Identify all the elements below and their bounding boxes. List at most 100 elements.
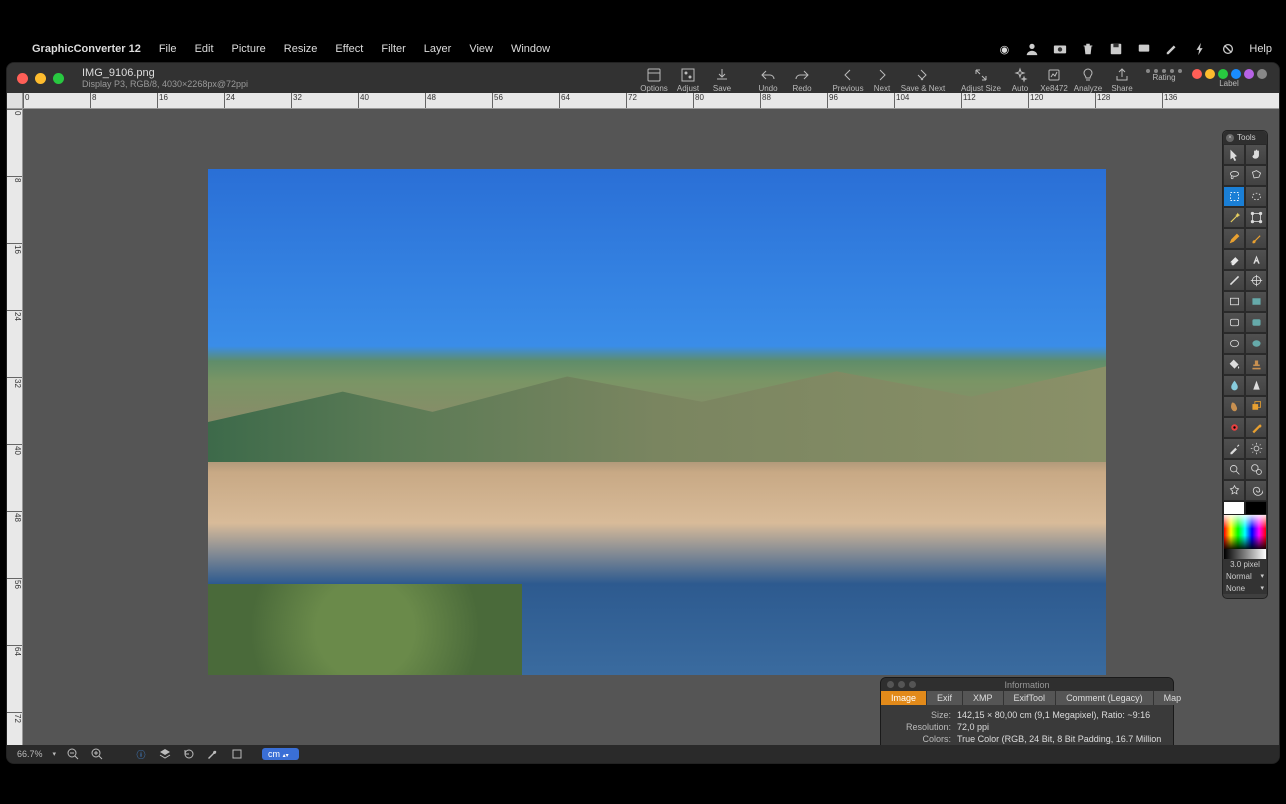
layers-icon[interactable]: [158, 747, 172, 761]
clone-tool[interactable]: [1245, 396, 1267, 417]
dodge-tool[interactable]: [1245, 438, 1267, 459]
ellipse-marquee-tool[interactable]: [1245, 186, 1267, 207]
bolt-icon[interactable]: [1193, 42, 1207, 56]
rotate-icon[interactable]: [182, 747, 196, 761]
label-color-dot[interactable]: [1192, 69, 1202, 79]
unit-select[interactable]: cm ▴▾: [262, 748, 299, 760]
camera-icon[interactable]: [1053, 42, 1067, 56]
edit-icon[interactable]: [1165, 42, 1179, 56]
menu-help[interactable]: Help: [1249, 43, 1272, 55]
menu-view[interactable]: View: [469, 43, 493, 55]
heal-tool[interactable]: [1245, 417, 1267, 438]
tb-adjust[interactable]: Adjust: [671, 63, 705, 93]
app-name[interactable]: GraphicConverter 12: [32, 43, 141, 55]
info-max-icon[interactable]: [909, 681, 916, 688]
line-tool[interactable]: [1223, 270, 1245, 291]
info-titlebar[interactable]: Information: [881, 678, 1173, 691]
menu-resize[interactable]: Resize: [284, 43, 318, 55]
tools-header[interactable]: × Tools: [1223, 131, 1267, 144]
redeye-tool[interactable]: [1223, 417, 1245, 438]
label-color-dot[interactable]: [1218, 69, 1228, 79]
tb-share[interactable]: Share: [1105, 63, 1139, 93]
eyedropper-tool[interactable]: [1223, 438, 1245, 459]
tb-options[interactable]: Options: [637, 63, 671, 93]
blur-tool[interactable]: [1223, 375, 1245, 396]
menu-edit[interactable]: Edit: [195, 43, 214, 55]
roundrect-tool[interactable]: [1223, 312, 1245, 333]
info-close-icon[interactable]: [887, 681, 894, 688]
info-tab-xmp[interactable]: XMP: [963, 691, 1004, 705]
tools-close-icon[interactable]: ×: [1226, 134, 1234, 142]
zoom-out-button[interactable]: [66, 747, 80, 761]
bg-color[interactable]: [1245, 501, 1267, 515]
canvas[interactable]: Information ImageExifXMPExifToolComment …: [23, 109, 1279, 745]
fg-bg-swatches[interactable]: [1223, 501, 1267, 515]
record-icon[interactable]: ◉: [997, 42, 1011, 56]
grayscale-picker[interactable]: [1224, 549, 1266, 559]
maximize-button[interactable]: [53, 73, 64, 84]
marquee-tool[interactable]: [1223, 186, 1245, 207]
rect-fill-tool[interactable]: [1245, 291, 1267, 312]
slideshow-icon[interactable]: [1137, 42, 1151, 56]
blend-mode-select[interactable]: Normal▾: [1223, 570, 1267, 582]
zoom-in-button[interactable]: [90, 747, 104, 761]
magic-wand-tool[interactable]: [1223, 207, 1245, 228]
tb-rating[interactable]: [1140, 63, 1188, 73]
pointer-tool[interactable]: [1223, 144, 1245, 165]
pencil-tool[interactable]: [1223, 228, 1245, 249]
menu-window[interactable]: Window: [511, 43, 550, 55]
tb-analyze[interactable]: Analyze: [1071, 63, 1105, 93]
lasso-tool[interactable]: [1223, 165, 1245, 186]
tb-label[interactable]: [1186, 63, 1273, 79]
tb-save-next[interactable]: Save & Next: [899, 63, 947, 93]
info-tab-exiftool[interactable]: ExifTool: [1004, 691, 1057, 705]
tb-next[interactable]: Next: [865, 63, 899, 93]
label-color-dot[interactable]: [1205, 69, 1215, 79]
crop-icon[interactable]: [230, 747, 244, 761]
minimize-button[interactable]: [35, 73, 46, 84]
tb-redo[interactable]: Redo: [785, 63, 819, 93]
zoom-tool[interactable]: [1223, 459, 1245, 480]
sharpen-tool[interactable]: [1245, 375, 1267, 396]
menu-picture[interactable]: Picture: [232, 43, 266, 55]
menu-filter[interactable]: Filter: [381, 43, 405, 55]
save-icon[interactable]: [1109, 42, 1123, 56]
hand-tool[interactable]: [1245, 144, 1267, 165]
info-tab-image[interactable]: Image: [881, 691, 927, 705]
info-tab-comment-legacy-[interactable]: Comment (Legacy): [1056, 691, 1154, 705]
tb-auto[interactable]: Auto: [1003, 63, 1037, 93]
zoom-dropdown-icon[interactable]: ▾: [53, 750, 57, 758]
gradient-tool[interactable]: [1223, 480, 1245, 501]
spiral-tool[interactable]: [1245, 480, 1267, 501]
menu-effect[interactable]: Effect: [335, 43, 363, 55]
fg-color[interactable]: [1223, 501, 1245, 515]
info-icon[interactable]: ⓘ: [134, 747, 148, 761]
transform-tool[interactable]: [1245, 207, 1267, 228]
eraser-tool[interactable]: [1223, 249, 1245, 270]
tb-adjust-size[interactable]: Adjust Size: [959, 63, 1003, 93]
menu-layer[interactable]: Layer: [424, 43, 452, 55]
tb-xe8472[interactable]: Xe8472: [1037, 63, 1071, 93]
label-color-dot[interactable]: [1231, 69, 1241, 79]
tb-undo[interactable]: Undo: [751, 63, 785, 93]
menu-file[interactable]: File: [159, 43, 177, 55]
polygon-lasso-tool[interactable]: [1245, 165, 1267, 186]
tb-previous[interactable]: Previous: [831, 63, 865, 93]
ellipse-fill-tool[interactable]: [1245, 333, 1267, 354]
info-tab-exif[interactable]: Exif: [927, 691, 963, 705]
label-color-dot[interactable]: [1244, 69, 1254, 79]
label-color-dot[interactable]: [1257, 69, 1267, 79]
person-icon[interactable]: [1025, 42, 1039, 56]
ellipse-tool[interactable]: [1223, 333, 1245, 354]
brush-tool[interactable]: [1245, 228, 1267, 249]
rect-tool[interactable]: [1223, 291, 1245, 312]
measure-tool[interactable]: [1245, 459, 1267, 480]
extra-mode-select[interactable]: None▾: [1223, 582, 1267, 594]
trash-icon[interactable]: [1081, 42, 1095, 56]
tb-save[interactable]: Save: [705, 63, 739, 93]
nosign-icon[interactable]: [1221, 42, 1235, 56]
crosshair-tool[interactable]: [1245, 270, 1267, 291]
smudge-tool[interactable]: [1223, 396, 1245, 417]
stamp-tool[interactable]: [1245, 354, 1267, 375]
text-tool[interactable]: [1245, 249, 1267, 270]
